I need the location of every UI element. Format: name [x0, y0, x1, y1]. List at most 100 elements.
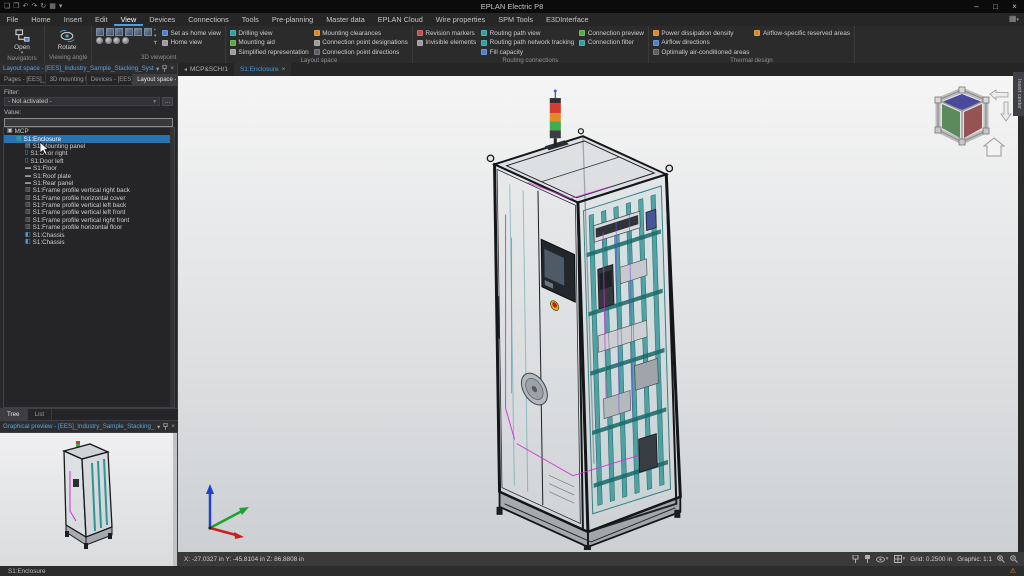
fill-capacity-button[interactable]: Fill capacity	[481, 48, 574, 56]
routing-path-network-tracking-button[interactable]: Routing path network tracking	[481, 39, 574, 47]
viewpoint-cube-icon-6[interactable]	[144, 28, 152, 36]
tree-item[interactable]: ▬ S1:Rear panel	[4, 180, 174, 187]
visibility-dropdown-icon[interactable]: ▾	[876, 556, 889, 563]
viewpoint-sphere-icon-2[interactable]	[105, 37, 112, 44]
filter-more-button[interactable]: …	[162, 97, 173, 106]
menu-tab[interactable]: E3DInterface	[540, 13, 596, 26]
viewpoint-sphere-icon-4[interactable]	[122, 37, 129, 44]
minimize-button[interactable]: –	[967, 0, 986, 13]
tree-item[interactable]: ▯ S1:Door left	[4, 158, 174, 165]
viewpoint-sphere-icon-3[interactable]	[113, 37, 120, 44]
menu-tab[interactable]: Wire properties	[429, 13, 491, 26]
refresh-icon[interactable]: ↻	[40, 0, 46, 13]
open-button[interactable]: Open ▾	[4, 28, 40, 55]
object-snap-pin-icon[interactable]	[864, 555, 871, 563]
set-as-home-view-button[interactable]: Set as home view	[162, 29, 221, 37]
panel-dropdown-icon[interactable]: ▾	[156, 65, 159, 73]
filter-select[interactable]: - Not activated - ▾	[4, 97, 160, 106]
open-file-icon[interactable]: ❐	[13, 0, 19, 13]
insert-center-collapsed-tab[interactable]: Insert center	[1013, 72, 1024, 116]
rotate-vertical-arrow-icon[interactable]	[1001, 102, 1011, 121]
routing-path-view-button[interactable]: Routing path view	[481, 29, 574, 37]
panel-close-icon[interactable]: ×	[170, 65, 174, 72]
viewpoint-down-icon[interactable]: ▾	[154, 34, 157, 39]
restore-button[interactable]: □	[986, 0, 1005, 13]
redo-icon[interactable]: ↷	[31, 0, 37, 13]
view-tab[interactable]: Tree	[0, 409, 28, 420]
preview-pin-icon[interactable]	[163, 423, 168, 430]
tree-item[interactable]: ▬ S1:Roof plate	[4, 172, 174, 179]
airflow-directions-button[interactable]: Airflow directions	[653, 39, 750, 47]
connection-point-designations-button[interactable]: Connection point designations	[314, 39, 408, 47]
tree-item[interactable]: ▤ S1:Mounting panel	[4, 143, 174, 150]
mounting-aid-button[interactable]: Mounting aid	[230, 39, 309, 47]
navigator-tab[interactable]: Pages - [EES]_Ind...	[0, 74, 46, 85]
viewpoint-cube-icon-4[interactable]	[125, 28, 133, 36]
optimally-air-conditioned-areas-button[interactable]: Optimally air-conditioned areas	[653, 48, 750, 56]
menu-tab[interactable]: Insert	[57, 13, 88, 26]
menu-tab[interactable]: Connections	[182, 13, 236, 26]
home-view-button[interactable]: Home view	[162, 39, 221, 47]
view-tab[interactable]: List	[28, 409, 53, 420]
quick-access-caret-icon[interactable]: ▾	[59, 0, 63, 13]
tree-scrollbar[interactable]	[170, 128, 174, 407]
connection-filter-button[interactable]: Connection filter	[579, 39, 644, 47]
drilling-view-button[interactable]: Drilling view	[230, 29, 309, 37]
tree-item[interactable]: ▯ S1:Door right	[4, 150, 174, 157]
tree-item[interactable]: ▬ S1:Floor	[4, 165, 174, 172]
panel-pin-icon[interactable]	[162, 65, 167, 72]
tree-item[interactable]: ▥ S1:Frame profile vertical left back	[4, 202, 174, 209]
simplified-representation-button[interactable]: Simplified representation	[230, 48, 309, 56]
tree-item[interactable]: ▥ S1:Frame profile horizontal cover	[4, 195, 174, 202]
revision-markers-button[interactable]: Revision markers	[417, 29, 476, 37]
preview-scrollbar[interactable]	[173, 433, 177, 566]
3d-viewport[interactable]	[178, 76, 1018, 552]
tree-item[interactable]: ◧ S1:Chassis	[4, 239, 174, 246]
rotate-button[interactable]: Rotate	[49, 28, 85, 51]
graphic-scale[interactable]: Graphic: 1:1	[957, 556, 992, 563]
tree-item[interactable]: ▥ S1:Frame profile vertical right front	[4, 217, 174, 224]
insert-box-icon[interactable]: ▦	[49, 0, 56, 13]
graphical-preview[interactable]	[0, 432, 177, 566]
warning-icon[interactable]: ⚠	[1010, 567, 1016, 576]
menu-tab[interactable]: Home	[25, 13, 57, 26]
navigation-cube[interactable]	[924, 84, 1014, 168]
value-input[interactable]	[4, 118, 173, 127]
menu-tab[interactable]: EPLAN Cloud	[371, 13, 429, 26]
tree-item[interactable]: ▥ S1:Frame profile horizontal floor	[4, 224, 174, 231]
menu-tab[interactable]: View	[114, 13, 143, 26]
tree-item[interactable]: ▦ S1:Enclosure	[4, 135, 174, 142]
viewpoint-cube-icon-1[interactable]	[96, 28, 104, 36]
grid-setting[interactable]: Grid: 0.2500 in	[910, 556, 952, 563]
airflow-specific-reserved-areas-button[interactable]: Airflow-specific reserved areas	[754, 29, 850, 37]
enclosure-3d-model[interactable]	[448, 82, 758, 550]
close-button[interactable]: ×	[1005, 0, 1024, 13]
new-page-icon[interactable]: ❏	[4, 0, 10, 13]
navigator-tab[interactable]: 3D mounting lay...	[46, 74, 87, 85]
tree-item[interactable]: ▣ MCP	[4, 128, 174, 135]
navigator-tab[interactable]: Layout space - [E...	[133, 74, 177, 85]
undo-icon[interactable]: ↶	[23, 0, 29, 13]
menu-tab[interactable]: Edit	[88, 13, 114, 26]
tab-close-icon[interactable]: ×	[282, 66, 286, 73]
invisible-elements-button[interactable]: Invisible elements	[417, 39, 476, 47]
tree-item[interactable]: ▥ S1:Frame profile vertical right back	[4, 187, 174, 194]
tree-item[interactable]: ◧ S1:Chassis	[4, 231, 174, 238]
menu-tab[interactable]: Tools	[235, 13, 265, 26]
tree-item[interactable]: ▥ S1:Frame profile vertical left front	[4, 209, 174, 216]
rotate-left-arrow-icon[interactable]	[990, 90, 1008, 100]
viewpoint-cube-icon-2[interactable]	[106, 28, 114, 36]
connection-point-directions-button[interactable]: Connection point directions	[314, 48, 408, 56]
navigator-tab[interactable]: Devices - [EES]_In...	[87, 74, 133, 85]
ribbon-display-options-icon[interactable]: ▦▾	[1009, 14, 1019, 23]
menu-tab[interactable]: Devices	[143, 13, 182, 26]
preview-dropdown-icon[interactable]: ▾	[157, 423, 160, 431]
menu-tab[interactable]: SPM Tools	[492, 13, 540, 26]
zoom-in-icon[interactable]	[997, 555, 1005, 563]
viewpoint-cube-icon-3[interactable]	[115, 28, 123, 36]
viewpoint-sphere-icon-1[interactable]	[96, 37, 103, 44]
menu-tab[interactable]: File	[0, 13, 25, 26]
doc-tab-mcp-sch[interactable]: ◂ MCP&SCH/1	[178, 63, 234, 76]
viewpoint-cube-icon-5[interactable]	[134, 28, 142, 36]
zoom-out-icon[interactable]	[1010, 555, 1018, 563]
